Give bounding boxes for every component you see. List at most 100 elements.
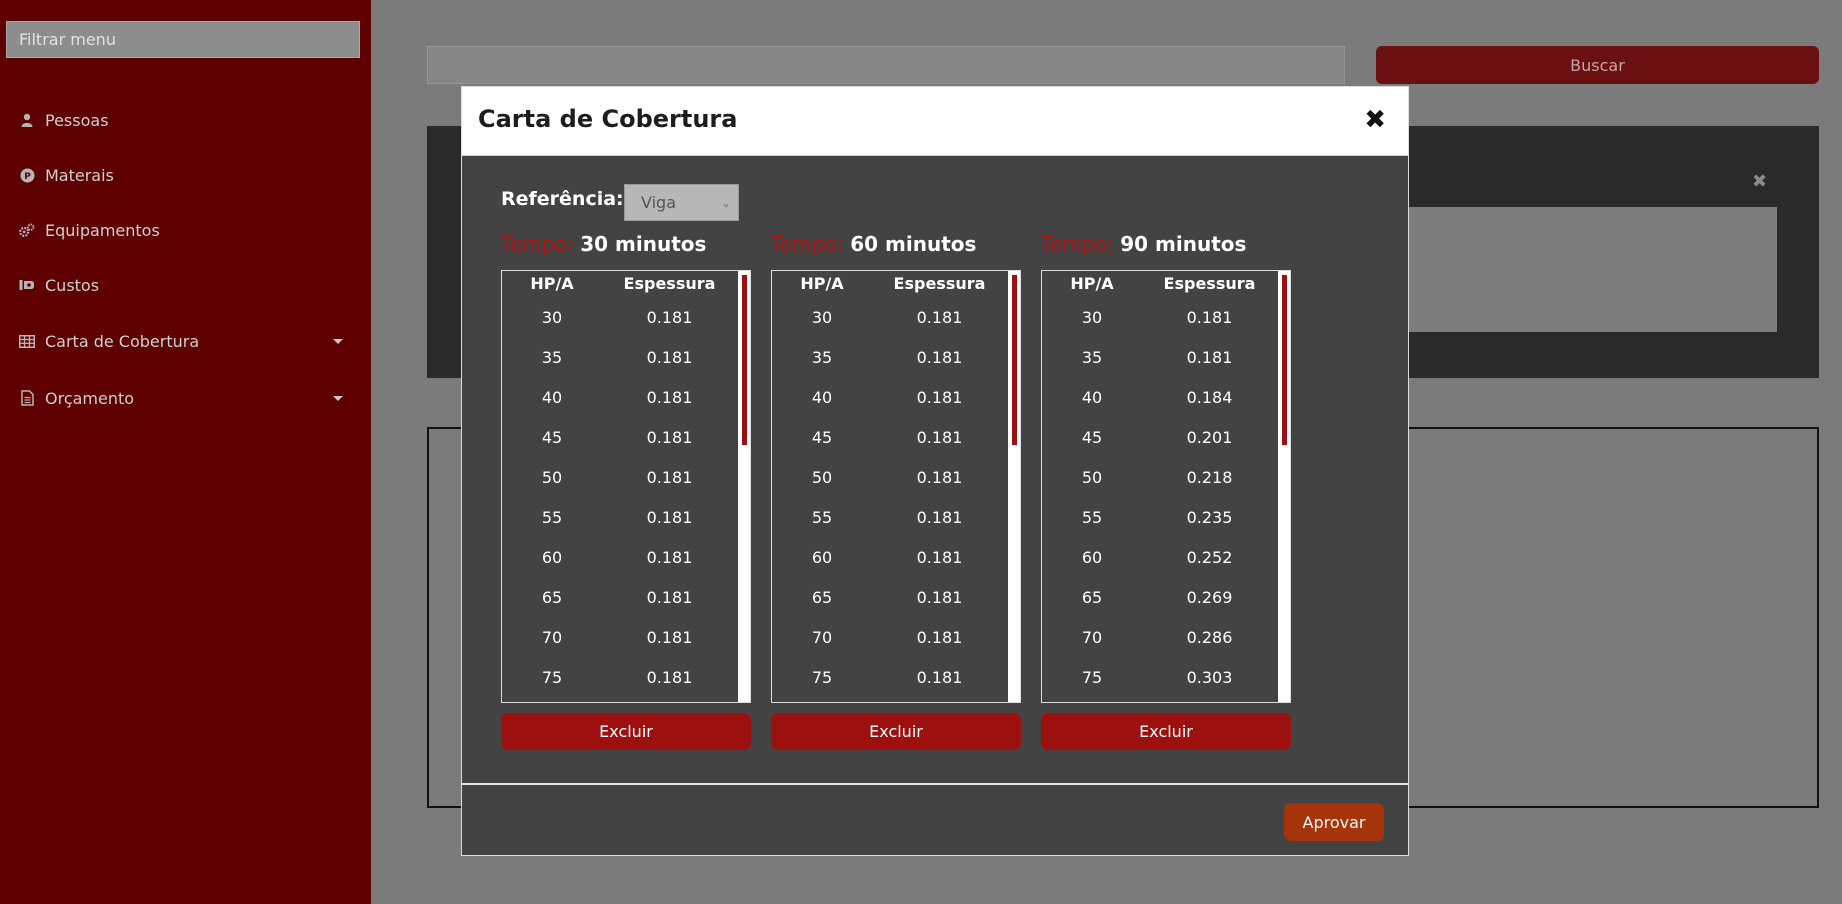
filter-menu-input[interactable] bbox=[6, 21, 360, 58]
tempo-heading-3: Tempo: 90 minutos bbox=[1041, 232, 1246, 256]
sidebar-item-orcamento[interactable]: Orçamento bbox=[0, 378, 371, 418]
sidebar-item-label: Pessoas bbox=[45, 110, 109, 130]
sidebar-item-materais[interactable]: P Materais bbox=[0, 155, 371, 195]
hp-cell: 55 bbox=[541, 507, 563, 527]
tempo-value: 30 minutos bbox=[580, 232, 707, 256]
hp-cell: 70 bbox=[541, 627, 563, 647]
excluir-button-3[interactable]: Excluir bbox=[1041, 713, 1291, 750]
background-search-input bbox=[427, 46, 1345, 84]
scrollbar[interactable] bbox=[738, 271, 750, 702]
hp-cell: 70 bbox=[1081, 627, 1103, 647]
sidebar-item-carta-de-cobertura[interactable]: Carta de Cobertura bbox=[0, 321, 371, 361]
espessura-cell: 0.181 bbox=[916, 307, 963, 327]
table-row: 70 0.181 bbox=[772, 617, 1007, 657]
hp-cell: 65 bbox=[811, 587, 833, 607]
chevron-down-icon bbox=[333, 396, 343, 401]
referencia-selected-value: Viga bbox=[641, 193, 676, 212]
espessura-cell: 0.181 bbox=[646, 587, 693, 607]
scrollbar[interactable] bbox=[1008, 271, 1020, 702]
excluir-button-2[interactable]: Excluir bbox=[771, 713, 1021, 750]
espessura-cell: 0.181 bbox=[916, 507, 963, 527]
hp-cell: 30 bbox=[811, 307, 833, 327]
excluir-button-1[interactable]: Excluir bbox=[501, 713, 751, 750]
tempo-label: Tempo: bbox=[501, 232, 574, 256]
svg-text:P: P bbox=[24, 172, 31, 182]
sidebar-item-equipamentos[interactable]: Equipamentos bbox=[0, 210, 371, 250]
hp-cell: 75 bbox=[1081, 667, 1103, 687]
table-row: 55 0.235 bbox=[1042, 497, 1277, 537]
modal-title: Carta de Cobertura bbox=[478, 105, 738, 133]
scrollbar-thumb[interactable] bbox=[1282, 275, 1287, 445]
espessura-cell: 0.181 bbox=[646, 347, 693, 367]
hp-cell: 65 bbox=[541, 587, 563, 607]
document-icon bbox=[19, 390, 35, 406]
sidebar-item-pessoas[interactable]: Pessoas bbox=[0, 100, 371, 140]
table-row: 55 0.181 bbox=[772, 497, 1007, 537]
column-header-espessura: Espessura bbox=[623, 274, 716, 293]
espessura-cell: 0.181 bbox=[916, 547, 963, 567]
aprovar-button[interactable]: Aprovar bbox=[1284, 803, 1384, 841]
table-row: 45 0.181 bbox=[502, 417, 737, 457]
table-row: 60 0.181 bbox=[502, 537, 737, 577]
espessura-cell: 0.201 bbox=[1186, 427, 1233, 447]
scrollbar-thumb[interactable] bbox=[1012, 275, 1017, 445]
espessura-cell: 0.303 bbox=[1186, 667, 1233, 687]
person-icon bbox=[19, 112, 35, 128]
hp-cell: 35 bbox=[811, 347, 833, 367]
referencia-select[interactable]: Viga ⌄ bbox=[624, 184, 739, 221]
hp-cell: 30 bbox=[1081, 307, 1103, 327]
sidebar-item-label: Carta de Cobertura bbox=[45, 331, 200, 351]
tempo-heading-2: Tempo: 60 minutos bbox=[771, 232, 976, 256]
espessura-cell: 0.181 bbox=[646, 307, 693, 327]
gears-icon bbox=[19, 222, 35, 238]
table-row: 70 0.286 bbox=[1042, 617, 1277, 657]
chevron-down-icon: ⌄ bbox=[720, 196, 731, 210]
table-row: 65 0.181 bbox=[502, 577, 737, 617]
espessura-cell: 0.218 bbox=[1186, 467, 1233, 487]
espessura-cell: 0.181 bbox=[916, 467, 963, 487]
column-header-espessura: Espessura bbox=[893, 274, 986, 293]
close-icon[interactable]: ✖ bbox=[1364, 107, 1386, 133]
coverage-table-3[interactable]: HP/A Espessura 30 0.181 35 0.181 40 0.184 45 0.… bbox=[1041, 270, 1291, 703]
sidebar-item-label: Custos bbox=[45, 275, 100, 295]
espessura-cell: 0.269 bbox=[1186, 587, 1233, 607]
table-row: 40 0.181 bbox=[772, 377, 1007, 417]
hp-cell: 50 bbox=[811, 467, 833, 487]
hp-cell: 70 bbox=[811, 627, 833, 647]
background-panel-field bbox=[1400, 207, 1777, 332]
hp-cell: 45 bbox=[1081, 427, 1103, 447]
espessura-cell: 0.181 bbox=[646, 547, 693, 567]
table-row: 65 0.269 bbox=[1042, 577, 1277, 617]
sidebar-item-custos[interactable]: Custos bbox=[0, 265, 371, 305]
scrollbar[interactable] bbox=[1278, 271, 1290, 702]
espessura-cell: 0.181 bbox=[646, 387, 693, 407]
hp-cell: 35 bbox=[541, 347, 563, 367]
table-row: 75 0.303 bbox=[1042, 657, 1277, 697]
scrollbar-thumb[interactable] bbox=[742, 275, 747, 445]
table-row: 60 0.181 bbox=[772, 537, 1007, 577]
table-row: 35 0.181 bbox=[1042, 337, 1277, 377]
tempo-value: 90 minutos bbox=[1120, 232, 1247, 256]
hp-cell: 50 bbox=[1081, 467, 1103, 487]
coverage-table-2[interactable]: HP/A Espessura 30 0.181 35 0.181 40 0.181 45 0.… bbox=[771, 270, 1021, 703]
coverage-table-1[interactable]: HP/A Espessura 30 0.181 35 0.181 40 0.181 45 0.… bbox=[501, 270, 751, 703]
tempo-label: Tempo: bbox=[1041, 232, 1114, 256]
espessura-cell: 0.181 bbox=[916, 387, 963, 407]
hp-cell: 60 bbox=[811, 547, 833, 567]
referencia-label: Referência: bbox=[501, 188, 624, 210]
hp-cell: 75 bbox=[541, 667, 563, 687]
sidebar-item-label: Orçamento bbox=[45, 388, 135, 408]
table-icon bbox=[19, 333, 35, 349]
table-row: 35 0.181 bbox=[502, 337, 737, 377]
column-header-hp: HP/A bbox=[1070, 274, 1114, 293]
espessura-cell: 0.235 bbox=[1186, 507, 1233, 527]
hp-cell: 40 bbox=[1081, 387, 1103, 407]
tempo-value: 60 minutos bbox=[850, 232, 977, 256]
espessura-cell: 0.181 bbox=[646, 507, 693, 527]
table-row: 50 0.181 bbox=[772, 457, 1007, 497]
sidebar: Pessoas P Materais Equipamentos Custos C… bbox=[0, 0, 371, 904]
table-row: 55 0.181 bbox=[502, 497, 737, 537]
espessura-cell: 0.181 bbox=[646, 427, 693, 447]
hp-cell: 40 bbox=[541, 387, 563, 407]
sidebar-item-label: Equipamentos bbox=[45, 220, 160, 240]
